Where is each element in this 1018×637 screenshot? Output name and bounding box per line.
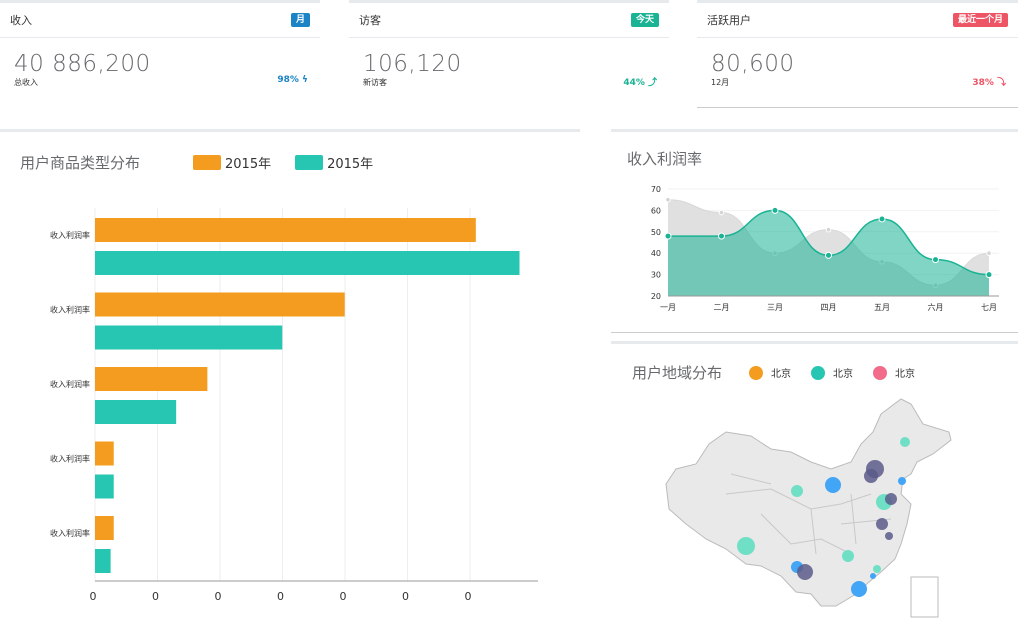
bar — [95, 474, 114, 499]
stat-subtitle: 12月 — [711, 78, 730, 87]
bubble-qingdao — [885, 493, 897, 505]
y-tick-label: 50 — [651, 228, 661, 237]
period-badge[interactable]: 月 — [290, 13, 310, 27]
bubble-nanjing — [876, 518, 888, 530]
bar — [95, 218, 476, 242]
bar — [95, 367, 208, 391]
bar — [95, 400, 177, 424]
stat-title: 访客 — [359, 14, 381, 27]
x-tick-label: 0 — [215, 590, 222, 603]
bubble-tianjin — [864, 469, 878, 483]
period-badge[interactable]: 最近一个月 — [952, 13, 1008, 27]
y-tick-label: 60 — [651, 206, 661, 215]
y-category-label: 收入利润率 — [50, 305, 90, 315]
x-tick-label: 0 — [152, 590, 159, 603]
x-tick-label: 七月 — [981, 303, 997, 312]
bubble-harbin — [900, 437, 910, 447]
x-tick-label: 五月 — [874, 303, 890, 312]
x-tick-label: 二月 — [714, 303, 730, 312]
bar — [95, 292, 345, 317]
data-point — [985, 271, 993, 279]
china-map — [665, 398, 952, 618]
data-point — [718, 232, 725, 240]
bar — [95, 549, 111, 573]
bar — [95, 251, 520, 275]
y-tick-label: 40 — [651, 249, 661, 258]
data-point — [825, 226, 832, 233]
data-point — [932, 256, 939, 264]
map-panel: 用户地域分布 北京 北京 北京 — [611, 341, 1018, 637]
stat-card-active-users: 活跃用户 最近一个月 80,600 12月 38% ⤵ — [697, 0, 1018, 108]
bubble-guangzhou — [851, 581, 867, 597]
stat-percent: 44% ⤴ — [623, 78, 657, 88]
y-tick-label: 20 — [651, 292, 661, 301]
stat-card-visitors: 访客 今天 106,120 新访客 44% ⤴ — [349, 0, 669, 103]
stat-percent: 38% ⤵ — [972, 78, 1006, 88]
stat-value: 106,120 — [363, 51, 462, 77]
data-point — [771, 206, 779, 214]
bubble-guiyang — [797, 564, 813, 580]
stat-title: 收入 — [10, 14, 32, 27]
data-point — [665, 196, 671, 203]
y-tick-label: 30 — [651, 271, 661, 280]
x-tick-label: 0 — [90, 590, 97, 603]
x-tick-label: 0 — [402, 590, 409, 603]
data-point — [986, 250, 992, 256]
bubble-yinchuan — [791, 485, 803, 497]
data-point — [664, 232, 672, 240]
y-category-label: 收入利润率 — [50, 379, 90, 389]
bar — [95, 441, 114, 466]
stat-percent: 98% ϟ — [277, 75, 308, 85]
data-point — [718, 209, 725, 216]
data-point — [878, 215, 886, 223]
stat-subtitle: 总收入 — [14, 78, 38, 87]
y-category-label: 收入利润率 — [50, 528, 90, 538]
data-point — [825, 251, 832, 259]
stat-card-revenue: 收入 月 40 886,200 总收入 98% ϟ — [0, 0, 320, 103]
south-sea-inset — [910, 576, 939, 618]
bubble-shanghai — [885, 532, 893, 540]
area-chart-panel: 收入利润率 20 30 40 50 60 70 一月 二月 三月 四月 五月 六月 七月 — [611, 129, 1018, 333]
x-tick-label: 一月 — [660, 303, 676, 312]
y-category-label: 收入利润率 — [50, 454, 90, 464]
stat-title: 活跃用户 — [707, 14, 751, 27]
x-tick-label: 三月 — [767, 303, 783, 312]
bubble-lhasa — [737, 537, 755, 555]
x-tick-label: 0 — [340, 590, 347, 603]
bar-chart-panel: 用户商品类型分布 2015年 2015年 0 0 0 0 0 0 0 收入利润率 收入利润率 收入… — [0, 129, 580, 637]
bubble-xiamen — [870, 573, 876, 579]
bubble-fuzhou — [873, 565, 881, 573]
area-chart: 20 30 40 50 60 70 一月 二月 三月 四月 五月 六月 七月 — [651, 185, 999, 312]
period-badge[interactable]: 今天 — [630, 13, 659, 27]
x-tick-label: 六月 — [928, 302, 944, 312]
bubble-taiyuan — [825, 477, 841, 493]
stat-value: 40 886,200 — [14, 51, 151, 77]
bar-chart: 0 0 0 0 0 0 0收入利润率收入利润率收入利润率收入利润率收入利润率 — [50, 208, 538, 603]
stat-subtitle: 新访客 — [363, 78, 387, 87]
y-category-label: 收入利润率 — [50, 230, 90, 240]
bar — [95, 516, 114, 540]
bar — [95, 325, 283, 350]
stat-value: 80,600 — [711, 51, 795, 77]
x-tick-label: 四月 — [821, 303, 837, 312]
bubble-dalian — [898, 477, 906, 485]
bubble-chongqing — [842, 550, 854, 562]
x-tick-label: 0 — [277, 590, 284, 603]
y-tick-label: 70 — [651, 185, 661, 194]
x-tick-label: 0 — [465, 590, 472, 603]
